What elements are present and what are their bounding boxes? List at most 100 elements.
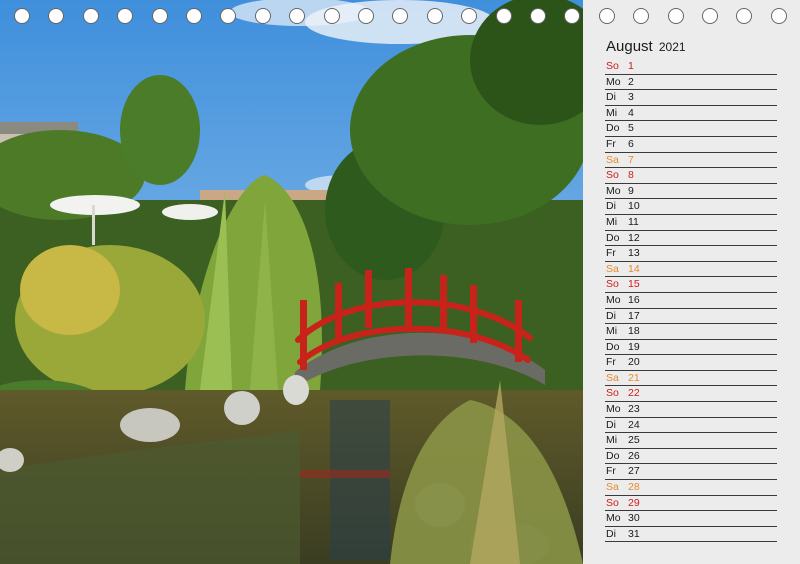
day-number: 3	[628, 91, 634, 104]
day-row: Mi 25	[605, 433, 777, 449]
binding-hole	[667, 8, 684, 24]
day-row: Mo 30	[605, 511, 777, 527]
month-name: August	[606, 38, 653, 55]
day-number: 25	[628, 434, 640, 447]
weekday-label: Di	[606, 309, 616, 322]
weekday-label: Sa	[606, 481, 619, 494]
weekday-label: Di	[606, 527, 616, 540]
binding-hole	[633, 8, 650, 24]
day-number: 27	[628, 465, 640, 478]
weekday-label: Mi	[606, 325, 618, 338]
day-number: 4	[628, 106, 634, 119]
day-row: Mi 18	[605, 324, 777, 340]
weekday-label: Di	[606, 418, 616, 431]
day-number: 26	[628, 449, 640, 462]
binding-hole	[254, 8, 271, 24]
day-row: Mi 4	[605, 106, 777, 122]
binding-hole	[598, 8, 615, 24]
day-number: 24	[628, 418, 640, 431]
weekday-label: Do	[606, 122, 620, 135]
binding-hole	[151, 8, 168, 24]
weekday-label: Do	[606, 231, 620, 244]
day-number: 12	[628, 231, 640, 244]
year: 2021	[658, 40, 686, 54]
weekday-label: So	[606, 169, 619, 182]
day-row: Do 5	[605, 121, 777, 137]
weekday-label: Fr	[606, 356, 616, 369]
weekday-label: Fr	[606, 137, 616, 150]
day-row: Do 19	[605, 340, 777, 356]
day-row: Di 3	[605, 90, 777, 106]
day-number: 18	[628, 325, 640, 338]
day-number: 8	[628, 169, 634, 182]
day-number: 6	[628, 137, 634, 150]
weekday-label: Mo	[606, 293, 621, 306]
binding-hole	[14, 8, 30, 24]
day-number: 28	[628, 481, 640, 494]
day-number: 19	[628, 340, 640, 353]
garden-photo	[0, 0, 583, 564]
binding-hole	[117, 8, 134, 24]
weekday-label: Di	[606, 200, 616, 213]
day-row: So 8	[605, 168, 777, 184]
day-row: Do 26	[605, 449, 777, 465]
weekday-label: Fr	[606, 247, 616, 260]
month-title: August 2021	[606, 38, 686, 55]
weekday-label: Mi	[606, 106, 618, 119]
day-row: Mo 2	[605, 75, 777, 91]
day-row: Mo 16	[605, 293, 777, 309]
weekday-label: Mo	[606, 184, 621, 197]
day-row: So 1	[605, 59, 777, 75]
weekday-label: So	[606, 496, 619, 509]
day-row: Fr 6	[605, 137, 777, 153]
day-row: Mo 23	[605, 402, 777, 418]
day-row: Fr 27	[605, 464, 777, 481]
day-row: Mi 11	[605, 215, 777, 231]
weekday-label: Fr	[606, 465, 616, 478]
day-number: 29	[628, 496, 640, 509]
day-row: So 22	[605, 386, 777, 403]
day-number: 16	[628, 293, 640, 306]
day-number: 31	[628, 527, 640, 540]
binding-hole	[220, 8, 237, 24]
day-row: Sa 28	[605, 480, 777, 496]
day-number: 14	[628, 262, 640, 275]
day-row: Sa 7	[605, 153, 777, 169]
day-number: 9	[628, 184, 634, 197]
day-row: Sa 21	[605, 371, 777, 387]
weekday-label: Mi	[606, 434, 618, 447]
weekday-label: Sa	[606, 262, 619, 275]
day-row: Mo 9	[605, 184, 777, 200]
weekday-label: So	[606, 278, 619, 291]
day-row: Di 24	[605, 418, 777, 434]
binding-hole	[564, 8, 581, 24]
binding-hole	[82, 8, 99, 24]
day-number: 2	[628, 75, 634, 88]
calendar-page: August 2021 So 1 Mo 2 Di 3 Mi 4 Do 5 Fr 6 Sa 7 So 8 Mo 9 D…	[0, 0, 800, 564]
binding-hole	[461, 8, 478, 24]
binding-hole	[530, 8, 546, 24]
binding-hole	[323, 8, 340, 24]
day-number: 22	[628, 387, 640, 400]
day-row: Di 31	[605, 527, 777, 543]
day-row: Sa 14	[605, 262, 777, 278]
weekday-label: So	[606, 60, 619, 72]
day-row: So 15	[605, 277, 777, 293]
day-number: 21	[628, 371, 640, 384]
day-number: 10	[628, 200, 640, 213]
day-number: 30	[628, 512, 640, 525]
binding-hole	[392, 8, 409, 24]
day-number: 7	[628, 153, 634, 166]
binding-hole	[495, 8, 512, 24]
weekday-label: Sa	[606, 371, 619, 384]
day-number: 15	[628, 278, 640, 291]
day-row: So 29	[605, 496, 777, 512]
binding-hole	[702, 8, 718, 24]
day-number: 23	[628, 403, 640, 416]
binding-hole	[426, 8, 443, 24]
weekday-label: Di	[606, 91, 616, 104]
weekday-label: Mi	[606, 215, 618, 228]
binding-hole	[736, 8, 753, 24]
day-row: Fr 13	[605, 246, 777, 262]
binding-hole	[358, 8, 374, 24]
